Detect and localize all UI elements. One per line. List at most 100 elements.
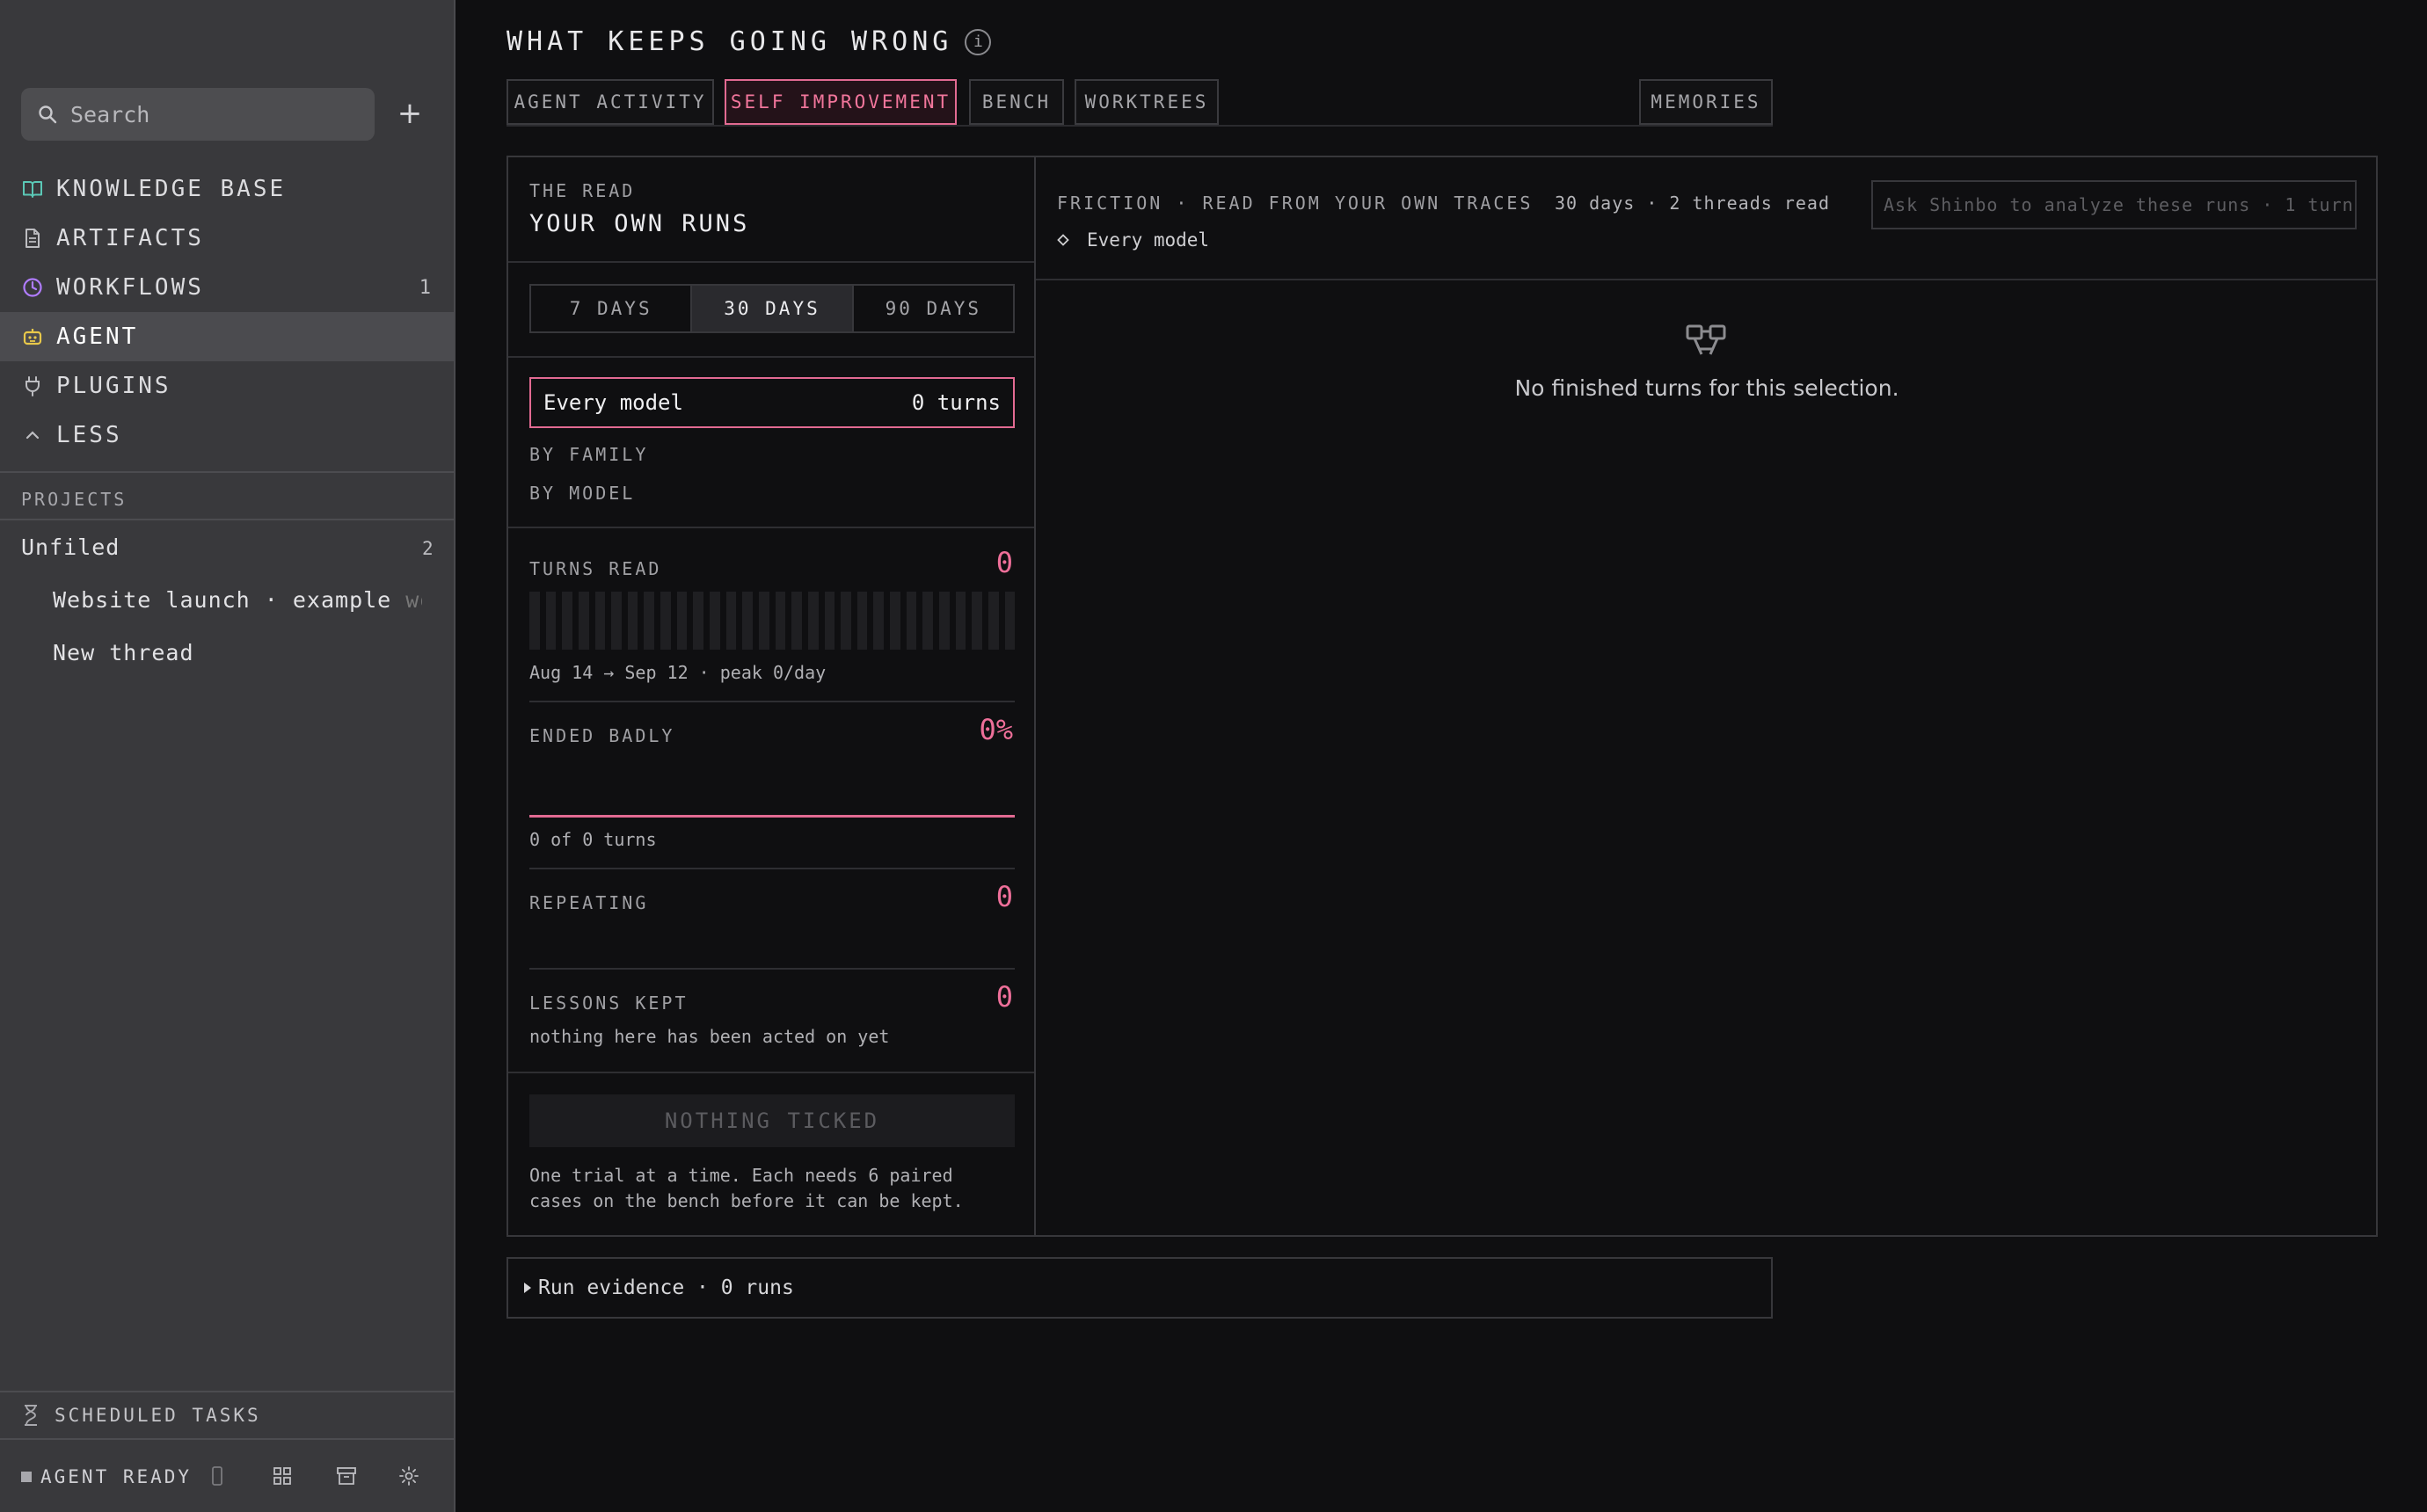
ended-badly-caption: 0 of 0 turns	[529, 829, 657, 850]
search-box[interactable]	[21, 88, 375, 141]
run-evidence-toggle[interactable]: Run evidence · 0 runs	[507, 1257, 1773, 1319]
phone-icon[interactable]	[206, 1465, 229, 1487]
nothing-ticked-button[interactable]: NOTHING TICKED	[529, 1094, 1015, 1147]
tab-bench[interactable]: BENCH	[969, 79, 1064, 125]
day-bar	[988, 592, 999, 650]
day-bar	[562, 592, 572, 650]
project-unfiled[interactable]: Unfiled	[21, 534, 120, 560]
range-selector: 7 DAYS 30 DAYS 90 DAYS	[529, 284, 1015, 333]
settings-gear-icon[interactable]	[397, 1465, 420, 1487]
nav-artifacts[interactable]: ARTIFACTS	[0, 214, 454, 263]
model-selector-label: Every model	[543, 390, 683, 415]
nav-workflows[interactable]: WORKFLOWS 1	[0, 263, 454, 312]
range-30-days[interactable]: 30 DAYS	[692, 286, 854, 331]
divider	[508, 1072, 1034, 1073]
divider	[508, 261, 1034, 263]
thread-item[interactable]: New thread	[53, 640, 422, 665]
agent-status: AGENT READY	[40, 1466, 193, 1487]
day-bar	[922, 592, 934, 650]
nav-label: PLUGINS	[56, 373, 171, 399]
scheduled-tasks[interactable]: SCHEDULED TASKS	[0, 1391, 454, 1440]
day-bar	[775, 592, 786, 650]
search-icon	[37, 103, 60, 126]
range-90-days[interactable]: 90 DAYS	[854, 286, 1013, 331]
tab-worktrees[interactable]: WORKTREES	[1075, 79, 1219, 125]
turns-read-sparkline	[529, 592, 1016, 650]
nav-label: ARTIFACTS	[56, 225, 204, 251]
nav-label: AGENT	[56, 323, 139, 350]
model-selector-count: 0 turns	[911, 390, 1001, 415]
day-bar	[676, 592, 688, 650]
day-bar	[791, 592, 802, 650]
divider	[508, 356, 1034, 358]
day-bar	[1004, 592, 1016, 650]
diamond-icon	[1057, 234, 1069, 246]
turns-read-caption: Aug 14 → Sep 12 · peak 0/day	[529, 662, 827, 683]
chevron-up-icon	[21, 424, 44, 447]
nav-knowledge-base[interactable]: KNOWLEDGE BASE	[0, 164, 454, 214]
scheduled-tasks-label: SCHEDULED TASKS	[55, 1405, 261, 1426]
ended-badly-label: ENDED BADLY	[529, 725, 675, 746]
run-evidence-label: Run evidence · 0 runs	[538, 1276, 794, 1299]
grid-icon[interactable]	[271, 1465, 294, 1487]
model-filter-label: Every model	[1087, 229, 1210, 251]
new-thread-button[interactable]: +	[396, 95, 424, 132]
nav-less-toggle[interactable]: LESS	[0, 411, 454, 460]
tab-agent-activity[interactable]: AGENT ACTIVITY	[507, 79, 714, 125]
day-bar	[955, 592, 966, 650]
day-bar	[693, 592, 704, 650]
search-input[interactable]	[70, 101, 352, 127]
trial-footnote-line: cases on the bench before it can be kept…	[529, 1190, 964, 1211]
thread-item[interactable]: Website launch · example wo	[53, 587, 422, 613]
hourglass-icon	[23, 1404, 39, 1427]
friction-meta: 30 days · 2 threads read	[1555, 193, 1830, 214]
nav-label: WORKFLOWS	[56, 274, 204, 301]
page-title: WHAT KEEPS GOING WRONG i	[507, 26, 992, 57]
info-icon[interactable]: i	[965, 28, 992, 55]
nav-agent[interactable]: AGENT	[0, 312, 454, 361]
day-bar	[873, 592, 885, 650]
group-by-family[interactable]: BY FAMILY	[529, 444, 648, 465]
day-bar	[644, 592, 655, 650]
ask-analyze-box[interactable]	[1871, 180, 2357, 229]
day-bar	[627, 592, 638, 650]
day-bar	[710, 592, 720, 650]
empty-state-text: No finished turns for this selection.	[1514, 375, 1899, 401]
thread-title: New thread	[53, 640, 194, 665]
range-7-days[interactable]: 7 DAYS	[531, 286, 693, 331]
day-bar	[841, 592, 851, 650]
clock-icon	[21, 276, 44, 299]
model-selector[interactable]: Every model 0 turns	[529, 377, 1015, 428]
nav-label: KNOWLEDGE BASE	[56, 176, 287, 202]
day-bar	[660, 592, 671, 650]
day-bar	[529, 592, 540, 650]
project-unfiled-count: 2	[422, 538, 434, 559]
caret-right-icon	[522, 1281, 533, 1295]
day-bar	[725, 592, 737, 650]
robot-icon	[21, 325, 44, 348]
tab-self-improvement[interactable]: SELF IMPROVEMENT	[725, 79, 957, 125]
trial-footnote-line: One trial at a time. Each needs 6 paired	[529, 1165, 953, 1186]
main-content: WHAT KEEPS GOING WRONG i AGENT ACTIVITY …	[456, 0, 2427, 1512]
divider	[0, 471, 454, 473]
ask-analyze-input[interactable]	[1884, 194, 2355, 215]
nav-plugins[interactable]: PLUGINS	[0, 361, 454, 411]
book-icon	[21, 178, 44, 200]
friction-title: FRICTION · READ FROM YOUR OWN TRACES	[1057, 193, 1534, 214]
day-bar	[578, 592, 589, 650]
nav-label: LESS	[56, 422, 122, 448]
archive-icon[interactable]	[335, 1465, 358, 1487]
tab-memories[interactable]: MEMORIES	[1639, 79, 1773, 125]
divider	[0, 519, 454, 520]
thread-title-overflow: wo	[405, 587, 422, 613]
day-bar	[611, 592, 622, 650]
group-by-model[interactable]: BY MODEL	[529, 483, 635, 504]
day-bar	[972, 592, 982, 650]
self-improvement-panel: THE READ YOUR OWN RUNS 7 DAYS 30 DAYS 90…	[507, 156, 2378, 1237]
divider	[529, 868, 1015, 869]
status-indicator	[21, 1472, 32, 1482]
model-filter-chip[interactable]: Every model	[1057, 229, 1209, 251]
projects-heading: PROJECTS	[21, 489, 128, 510]
day-bar	[742, 592, 753, 650]
turns-read-label: TURNS READ	[529, 558, 662, 579]
